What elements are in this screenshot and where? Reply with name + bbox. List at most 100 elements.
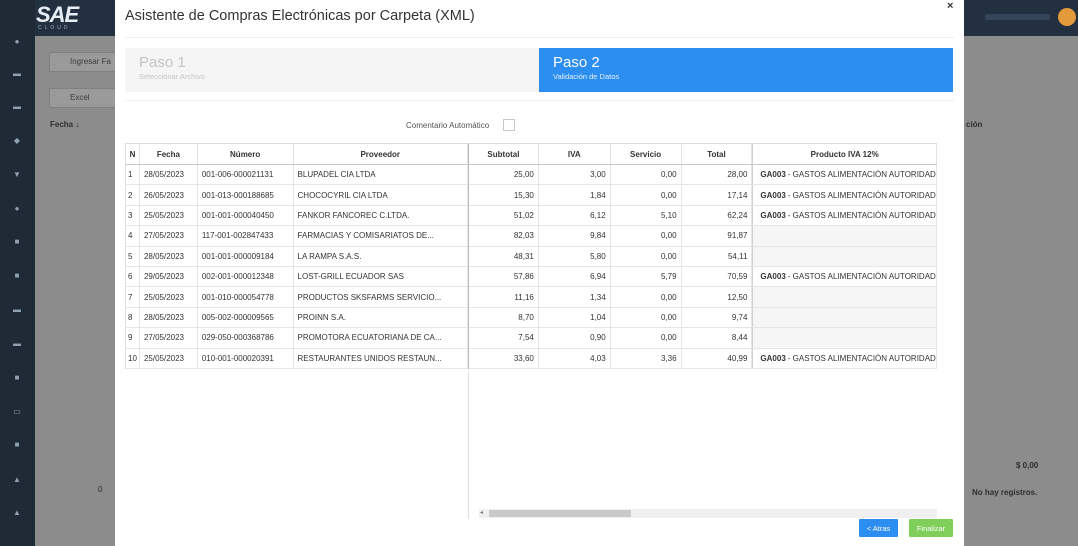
sidebar-grid-icon[interactable]: ▬ — [11, 306, 23, 314]
col-proveedor[interactable]: Proveedor — [294, 144, 468, 164]
cell-proveedor: PRODUCTOS SKSFARMS SERVICIO... — [294, 287, 468, 307]
table-row[interactable]: 8,70 1,04 0,00 9,74 — [469, 307, 937, 329]
grid-header-left: N Fecha Número Proveedor — [125, 143, 468, 165]
step-2-title: Paso 2 — [553, 54, 600, 71]
back-button[interactable]: < Atras — [859, 519, 898, 537]
sidebar-grid2-icon[interactable]: ▬ — [11, 340, 23, 348]
col-subtotal[interactable]: Subtotal — [469, 144, 539, 164]
table-row[interactable]: 57,86 6,94 5,79 70,59 GA003 - GASTOS ALIMENT… — [469, 266, 937, 288]
cell-numero: 001-010-000054778 — [198, 287, 294, 307]
cell-subtotal: 8,70 — [469, 307, 539, 328]
divider — [125, 100, 954, 101]
cell-servicio: 0,00 — [611, 287, 682, 307]
step-1[interactable]: Paso 1 Seleccionar Archivo — [125, 48, 539, 92]
table-row[interactable]: 7,54 0,90 0,00 8,44 — [469, 328, 937, 349]
scroll-left-icon[interactable]: ◂ — [480, 509, 483, 518]
cell-producto[interactable] — [752, 287, 937, 307]
cell-servicio: 0,00 — [611, 185, 682, 205]
cell-n: 10 — [126, 348, 140, 368]
cell-producto[interactable]: GA003 - GASTOS ALIMENTACIÓN AUTORIDAD — [752, 185, 937, 205]
sidebar-cart-icon[interactable]: ▼ — [11, 171, 23, 179]
scrollbar-thumb[interactable] — [489, 510, 631, 517]
cell-n: 8 — [126, 307, 140, 328]
producto-name: - GASTOS ALIMENTACIÓN AUTORIDAD — [787, 190, 936, 200]
producto-name: - GASTOS ALIMENTACIÓN AUTORIDAD — [787, 210, 936, 220]
cell-proveedor: RESTAURANTES UNIDOS RESTAUN... — [294, 348, 468, 368]
sidebar-card-icon[interactable]: ▭ — [11, 408, 23, 416]
sidebar-user-icon[interactable]: ● — [11, 205, 23, 213]
horizontal-scrollbar[interactable]: ◂ ▸ — [479, 509, 937, 518]
step-2[interactable]: Paso 2 Validación de Datos — [539, 48, 953, 92]
col-producto[interactable]: Producto IVA 12% — [752, 144, 937, 164]
sidebar-doc-icon[interactable]: ■ — [11, 238, 23, 246]
col-servicio[interactable]: Servicio — [611, 144, 682, 164]
table-row[interactable]: 9 27/05/2023 029-050-000368786 PROMOTORA EC… — [126, 328, 468, 349]
table-row[interactable]: 48,31 5,80 0,00 54,11 — [469, 246, 937, 267]
cell-servicio: 5,79 — [611, 266, 682, 287]
cell-producto[interactable] — [752, 307, 937, 328]
col-numero[interactable]: Número — [198, 144, 294, 164]
col-fecha[interactable]: Fecha — [140, 144, 198, 164]
cell-fecha: 25/05/2023 — [140, 287, 198, 307]
table-row[interactable]: 3 25/05/2023 001-001-000040450 FANKOR FANCO… — [126, 205, 468, 227]
cell-numero: 001-001-000040450 — [198, 205, 294, 226]
cell-numero: 001-013-000188685 — [198, 185, 294, 205]
table-row[interactable]: 4 27/05/2023 117-001-002847433 FARMACIAS Y … — [126, 226, 468, 247]
sidebar-graduation2-icon[interactable]: ▲ — [11, 509, 23, 517]
table-row[interactable]: 7 25/05/2023 001-010-000054778 PRODUCTOS SK… — [126, 287, 468, 308]
sidebar-menu-icon[interactable]: ▬ — [11, 70, 23, 78]
cell-iva: 1,04 — [539, 307, 611, 328]
user-avatar[interactable] — [1058, 8, 1076, 26]
cell-producto[interactable] — [752, 246, 937, 266]
table-row[interactable]: 8 28/05/2023 005-002-000009565 PROINN S.A. — [126, 307, 468, 329]
table-row[interactable]: 6 29/05/2023 002-001-000012348 LOST-GRILL E… — [126, 266, 468, 288]
sidebar-shield-icon[interactable]: ◆ — [11, 137, 23, 145]
col-iva[interactable]: IVA — [539, 144, 611, 164]
producto-code: GA003 — [760, 353, 786, 363]
cell-subtotal: 57,86 — [469, 266, 539, 287]
cell-producto[interactable]: GA003 - GASTOS ALIMENTACIÓN AUTORIDAD — [752, 348, 937, 368]
close-icon[interactable]: × — [947, 0, 953, 12]
cell-subtotal: 11,16 — [469, 287, 539, 307]
cell-total: 70,59 — [682, 266, 753, 287]
cell-producto[interactable] — [752, 328, 937, 348]
cell-n: 5 — [126, 246, 140, 266]
table-row[interactable]: 82,03 9,84 0,00 91,87 — [469, 226, 937, 247]
cell-numero: 001-006-000021131 — [198, 165, 294, 185]
comment-auto-checkbox[interactable] — [503, 119, 516, 131]
cell-subtotal: 51,02 — [469, 205, 539, 226]
cell-producto[interactable] — [752, 226, 937, 246]
cell-proveedor: PROMOTORA ECUATORIANA DE CA... — [294, 328, 468, 348]
cell-producto[interactable]: GA003 - GASTOS ALIMENTACIÓN AUTORIDAD — [752, 266, 937, 287]
sidebar-dashboard-icon[interactable]: ● — [11, 38, 23, 46]
col-total[interactable]: Total — [682, 144, 753, 164]
col-n[interactable]: N — [126, 144, 140, 164]
cell-n: 1 — [126, 165, 140, 185]
cell-servicio: 0,00 — [611, 246, 682, 266]
producto-name: - GASTOS ALIMENTACIÓN AUTORIDAD — [787, 170, 936, 180]
cell-fecha: 29/05/2023 — [140, 266, 198, 287]
sidebar-box-icon[interactable]: ■ — [11, 374, 23, 382]
finish-button[interactable]: Finalizar — [909, 519, 953, 537]
table-row[interactable]: 51,02 6,12 5,10 62,24 GA003 - GASTOS ALIMENT… — [469, 205, 937, 227]
cell-producto[interactable]: GA003 - GASTOS ALIMENTACIÓN AUTORIDAD — [752, 205, 937, 226]
sidebar-graduation-icon[interactable]: ▲ — [11, 476, 23, 484]
table-row[interactable]: 5 28/05/2023 001-001-000009184 LA RAMPA S.A… — [126, 246, 468, 267]
app-logo-sub: CLOUD — [38, 25, 71, 31]
cell-n: 4 — [126, 226, 140, 246]
sidebar-list-icon[interactable]: ▬ — [11, 103, 23, 111]
table-row[interactable]: 10 25/05/2023 010-001-000020391 RESTAURANTE… — [126, 348, 468, 369]
table-row[interactable]: 33,60 4,03 3,36 40,99 GA003 - GASTOS ALIMENT… — [469, 348, 937, 369]
table-row[interactable]: 11,16 1,34 0,00 12,50 — [469, 287, 937, 308]
table-row[interactable]: 25,00 3,00 0,00 28,00 GA003 - GASTOS ALIMENT… — [469, 165, 937, 186]
table-row[interactable]: 2 26/05/2023 001-013-000188685 CHOCOCYRIL C… — [126, 185, 468, 206]
sidebar-doc2-icon[interactable]: ■ — [11, 272, 23, 280]
cell-servicio: 0,00 — [611, 226, 682, 246]
table-row[interactable]: 15,30 1,84 0,00 17,14 GA003 - GASTOS ALIMENT… — [469, 185, 937, 206]
table-row[interactable]: 1 28/05/2023 001-006-000021131 BLUPADEL CIA… — [126, 165, 468, 186]
user-name-placeholder — [985, 14, 1050, 20]
cell-producto[interactable]: GA003 - GASTOS ALIMENTACIÓN AUTORIDAD — [752, 165, 937, 185]
sidebar-file-icon[interactable]: ■ — [11, 441, 23, 449]
cell-total: 62,24 — [682, 205, 753, 226]
cell-total: 40,99 — [682, 348, 753, 368]
